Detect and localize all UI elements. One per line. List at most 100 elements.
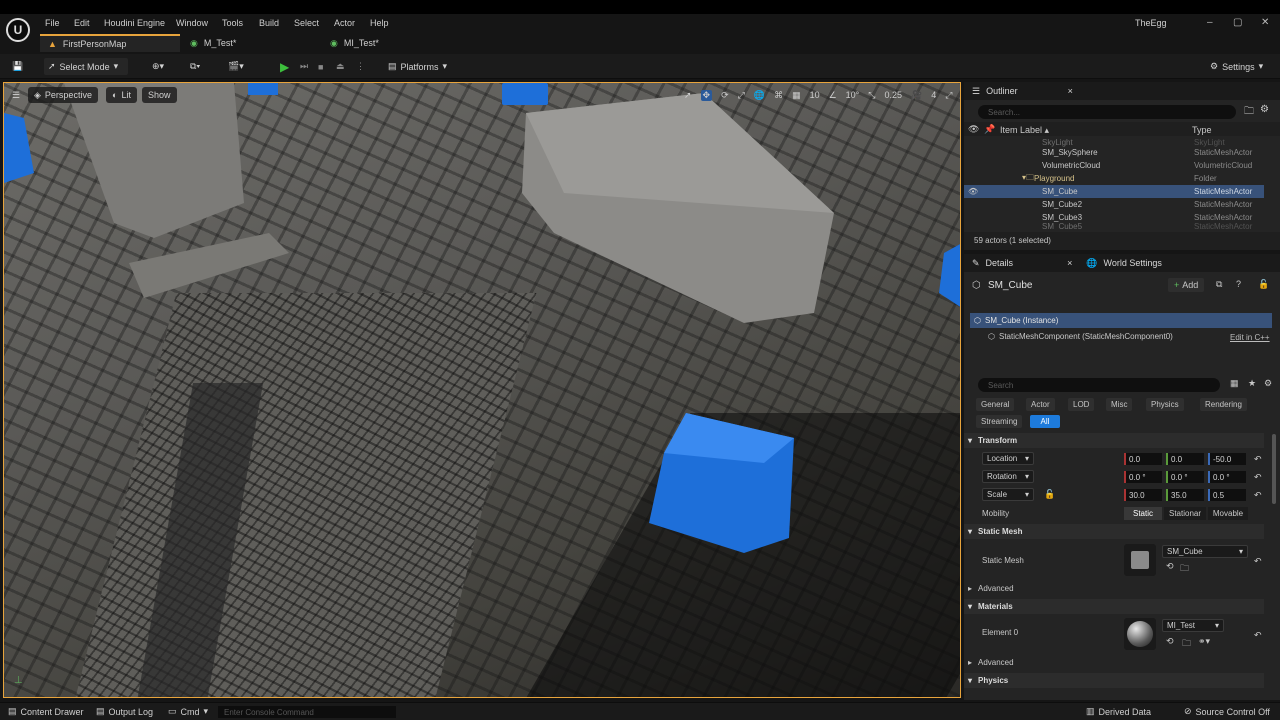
- tab-m-test[interactable]: ◉ M_Test*: [182, 34, 320, 52]
- camera-speed-value[interactable]: 4: [931, 90, 936, 100]
- eye-icon[interactable]: 👁: [968, 187, 978, 196]
- source-control-button[interactable]: ⊘ Source Control Off: [1184, 706, 1270, 717]
- scale-snap-value[interactable]: 0.25: [885, 90, 903, 100]
- rotation-snap-icon[interactable]: ∠: [829, 90, 837, 101]
- browse-icon[interactable]: 🗀: [1180, 561, 1189, 577]
- column-type[interactable]: Type: [1192, 125, 1212, 135]
- location-y-field[interactable]: 0.0: [1166, 453, 1204, 465]
- reset-icon[interactable]: ↶: [1254, 472, 1262, 483]
- tab-mi-test[interactable]: ◉ MI_Test*: [322, 34, 460, 52]
- category-streaming[interactable]: Streaming: [976, 415, 1023, 428]
- close-icon[interactable]: ×: [1067, 258, 1072, 268]
- blue-cube-top-2[interactable]: [502, 83, 548, 105]
- blue-cube-top-1[interactable]: [248, 83, 278, 95]
- output-log-button[interactable]: ▤ Output Log: [96, 706, 153, 717]
- viewport-menu-icon[interactable]: ☰: [6, 87, 26, 103]
- edit-in-cpp-link[interactable]: Edit in C++: [1230, 333, 1270, 342]
- world-space-icon[interactable]: 🌐: [754, 90, 765, 101]
- category-lod[interactable]: LOD: [1068, 398, 1095, 411]
- level-viewport[interactable]: ⊥ ☰ ◈ Perspective ◐ Lit Show ➚ ✥ ⟳ ⤢ 🌐 ⌘…: [3, 82, 961, 698]
- outliner-row-selected[interactable]: 👁 SM_Cube StaticMeshActor: [964, 185, 1264, 198]
- pin-icon[interactable]: 📌: [984, 124, 995, 135]
- static-mesh-section-header[interactable]: ▾ Static Mesh: [964, 524, 1264, 539]
- category-actor[interactable]: Actor: [1026, 398, 1055, 411]
- location-x-field[interactable]: 0.0: [1124, 453, 1162, 465]
- select-tool-icon[interactable]: ➚: [684, 90, 692, 101]
- material-dropdown[interactable]: MI_Test ▾: [1162, 619, 1224, 632]
- camera-speed-icon[interactable]: 🎥: [911, 90, 922, 101]
- reset-icon[interactable]: ↶: [1254, 630, 1262, 641]
- category-misc[interactable]: Misc: [1106, 398, 1133, 411]
- close-button[interactable]: ✕: [1261, 17, 1269, 28]
- content-drawer-button[interactable]: ▤ Content Drawer: [8, 706, 84, 717]
- advance-frame-button[interactable]: ⏭: [296, 58, 312, 75]
- play-options-icon[interactable]: ⋮: [352, 58, 369, 75]
- maximize-viewport-icon[interactable]: ⤢: [945, 90, 952, 101]
- blueprint-icon[interactable]: ⧉▾: [186, 58, 204, 75]
- use-selected-icon[interactable]: ⟲: [1166, 561, 1174, 572]
- menu-help[interactable]: Help: [370, 18, 389, 28]
- reset-icon[interactable]: ↶: [1254, 454, 1262, 465]
- perspective-button[interactable]: ◈ Perspective: [28, 87, 98, 103]
- show-button[interactable]: Show: [142, 87, 177, 103]
- rotation-z-field[interactable]: 0.0 °: [1208, 471, 1246, 483]
- column-item-label[interactable]: Item Label ▴: [1000, 125, 1049, 136]
- translate-tool-icon[interactable]: ✥: [700, 89, 713, 101]
- rotation-x-field[interactable]: 0.0 °: [1124, 471, 1162, 483]
- outliner-row[interactable]: SM_Cube2 StaticMeshActor: [964, 198, 1264, 211]
- surface-snap-icon[interactable]: ⌘: [774, 90, 783, 101]
- rotation-snap-value[interactable]: 10°: [846, 90, 860, 100]
- menu-window[interactable]: Window: [176, 18, 208, 28]
- scale-y-field[interactable]: 35.0: [1166, 489, 1204, 501]
- grid-snap-value[interactable]: 10: [810, 90, 820, 100]
- reset-icon[interactable]: ↶: [1254, 490, 1262, 501]
- materials-advanced[interactable]: ▸ Advanced: [964, 655, 1264, 670]
- eye-icon[interactable]: 👁: [968, 124, 979, 135]
- outliner-row[interactable]: VolumetricCloud VolumetricCloud: [964, 159, 1264, 172]
- use-selected-icon[interactable]: ⟲: [1166, 636, 1174, 647]
- rotation-y-field[interactable]: 0.0 °: [1166, 471, 1204, 483]
- scale-dropdown[interactable]: Scale ▾: [982, 488, 1034, 501]
- physics-section-header[interactable]: ▾ Physics: [964, 673, 1264, 688]
- menu-tools[interactable]: Tools: [222, 18, 243, 28]
- category-physics[interactable]: Physics: [1146, 398, 1184, 411]
- scale-snap-icon[interactable]: ⤡: [868, 90, 875, 101]
- derived-data-button[interactable]: ▥ Derived Data: [1086, 706, 1151, 717]
- blueprint-icon[interactable]: ⧉: [1216, 279, 1222, 290]
- static-mesh-component-row[interactable]: ⬡ StaticMeshComponent (StaticMeshCompone…: [988, 332, 1173, 341]
- material-thumbnail[interactable]: [1124, 618, 1156, 650]
- lock-icon[interactable]: 🔓: [1044, 489, 1055, 500]
- menu-actor[interactable]: Actor: [334, 18, 355, 28]
- lit-button[interactable]: ◐ Lit: [106, 87, 137, 103]
- scale-z-field[interactable]: 0.5: [1208, 489, 1246, 501]
- outliner-folder-row[interactable]: ▾🗀 Playground Folder: [964, 172, 1264, 185]
- stop-button[interactable]: ■: [314, 58, 327, 75]
- blue-cube-right[interactable]: [939, 243, 961, 308]
- location-z-field[interactable]: -50.0: [1208, 453, 1246, 465]
- rotation-dropdown[interactable]: Rotation ▾: [982, 470, 1034, 483]
- menu-select[interactable]: Select: [294, 18, 319, 28]
- location-dropdown[interactable]: Location ▾: [982, 452, 1034, 465]
- mobility-stationary[interactable]: Stationar: [1164, 507, 1206, 520]
- tab-firstpersonmap[interactable]: ▲ FirstPersonMap: [40, 34, 180, 52]
- static-mesh-thumbnail[interactable]: [1124, 544, 1156, 576]
- lock-icon[interactable]: 🔓: [1258, 279, 1269, 290]
- unreal-logo-icon[interactable]: U: [6, 18, 30, 42]
- transform-section-header[interactable]: ▾ Transform: [964, 433, 1264, 448]
- scale-tool-icon[interactable]: ⤢: [738, 90, 745, 101]
- gear-icon[interactable]: ⚙: [1264, 378, 1272, 389]
- star-icon[interactable]: ★: [1248, 378, 1256, 389]
- scale-x-field[interactable]: 30.0: [1124, 489, 1162, 501]
- restore-button[interactable]: ▢: [1233, 17, 1242, 28]
- play-button[interactable]: ▶: [276, 58, 293, 75]
- gear-icon[interactable]: ⚙: [1260, 104, 1269, 115]
- table-view-icon[interactable]: ▦: [1230, 378, 1239, 389]
- menu-file[interactable]: File: [45, 18, 60, 28]
- material-options-icon[interactable]: ⚭▾: [1198, 636, 1210, 647]
- eject-button[interactable]: ⏏: [332, 58, 349, 75]
- rotate-tool-icon[interactable]: ⟳: [721, 90, 729, 101]
- static-mesh-dropdown[interactable]: SM_Cube ▾: [1162, 545, 1248, 558]
- menu-houdini-engine[interactable]: Houdini Engine: [104, 18, 165, 28]
- select-mode-dropdown[interactable]: ➚ Select Mode ▾: [44, 58, 128, 75]
- mobility-movable[interactable]: Movable: [1208, 507, 1248, 520]
